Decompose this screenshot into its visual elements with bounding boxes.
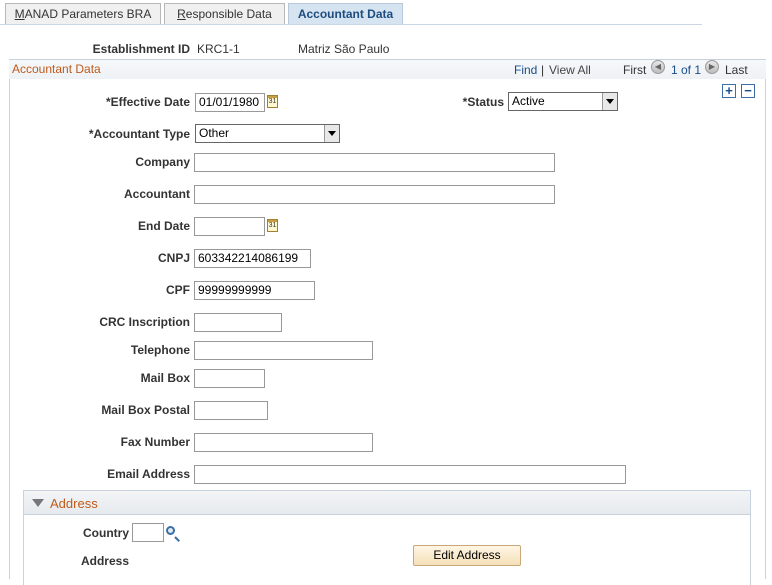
accountant-label: Accountant [124,187,190,201]
tab-manad-parameters[interactable]: MANAD Parameters BRA [5,3,161,24]
establishment-id-label: Establishment ID [92,42,190,56]
establishment-id-value: KRC1-1 [197,42,240,56]
end-date-input[interactable] [194,217,265,236]
collapse-triangle-icon[interactable] [32,499,44,507]
status-select[interactable]: Active [508,92,618,111]
email-address-input[interactable] [194,465,626,484]
mail-box-input[interactable] [194,369,265,388]
status-label: *Status [462,95,504,109]
view-all-link[interactable]: View All [549,63,591,77]
cnpj-input[interactable]: 603342214086199 [194,249,311,268]
crc-inscription-label: CRC Inscription [99,315,190,329]
row-count: 1 of 1 [671,63,702,77]
country-label: Country [83,526,129,540]
tab-responsible-data[interactable]: Responsible Data [164,3,285,24]
mail-box-label: Mail Box [140,371,190,385]
company-input[interactable] [194,153,555,172]
crc-inscription-input[interactable] [194,313,282,332]
find-link[interactable]: Find [514,63,537,77]
cpf-label: CPF [166,283,190,297]
nav-separator: | [541,63,545,77]
chevron-down-icon [324,125,339,142]
establishment-name: Matriz São Paulo [298,42,390,56]
tab-accountant-data[interactable]: Accountant Data [288,3,403,24]
address-section-header[interactable]: Address [23,490,751,515]
lookup-icon[interactable] [166,526,175,535]
fax-number-label: Fax Number [120,435,190,449]
mail-box-postal-input[interactable] [194,401,268,420]
previous-row-icon[interactable]: ◀ [651,60,665,74]
edit-address-button[interactable]: Edit Address [413,545,521,566]
add-row-icon[interactable]: + [722,84,736,98]
accountant-input[interactable] [194,185,555,204]
cnpj-label: CNPJ [157,251,190,265]
effective-date-label: *Effective Date [105,95,190,109]
tab-divider [0,24,702,25]
address-section-title: Address [50,496,98,511]
country-input[interactable] [132,523,164,542]
end-date-label: End Date [137,219,190,233]
cpf-input[interactable]: 99999999999 [194,281,315,300]
address-label: Address [80,554,129,568]
last-label: Last [725,63,748,77]
delete-row-icon[interactable]: − [741,84,755,98]
company-label: Company [135,155,190,169]
accountant-type-label: *Accountant Type [88,127,190,141]
fax-number-input[interactable] [194,433,373,452]
telephone-label: Telephone [130,343,190,357]
effective-date-input[interactable]: 01/01/1980 [195,93,265,112]
accountant-type-select[interactable]: Other [195,124,340,143]
next-row-icon[interactable]: ▶ [705,60,719,74]
first-label: First [623,63,647,77]
telephone-input[interactable] [194,341,373,360]
calendar-icon[interactable]: 31 [267,95,278,108]
chevron-down-icon [602,93,617,110]
section-title: Accountant Data [12,62,101,76]
calendar-icon[interactable]: 31 [267,219,278,232]
email-address-label: Email Address [107,467,190,481]
mail-box-postal-label: Mail Box Postal [101,403,190,417]
